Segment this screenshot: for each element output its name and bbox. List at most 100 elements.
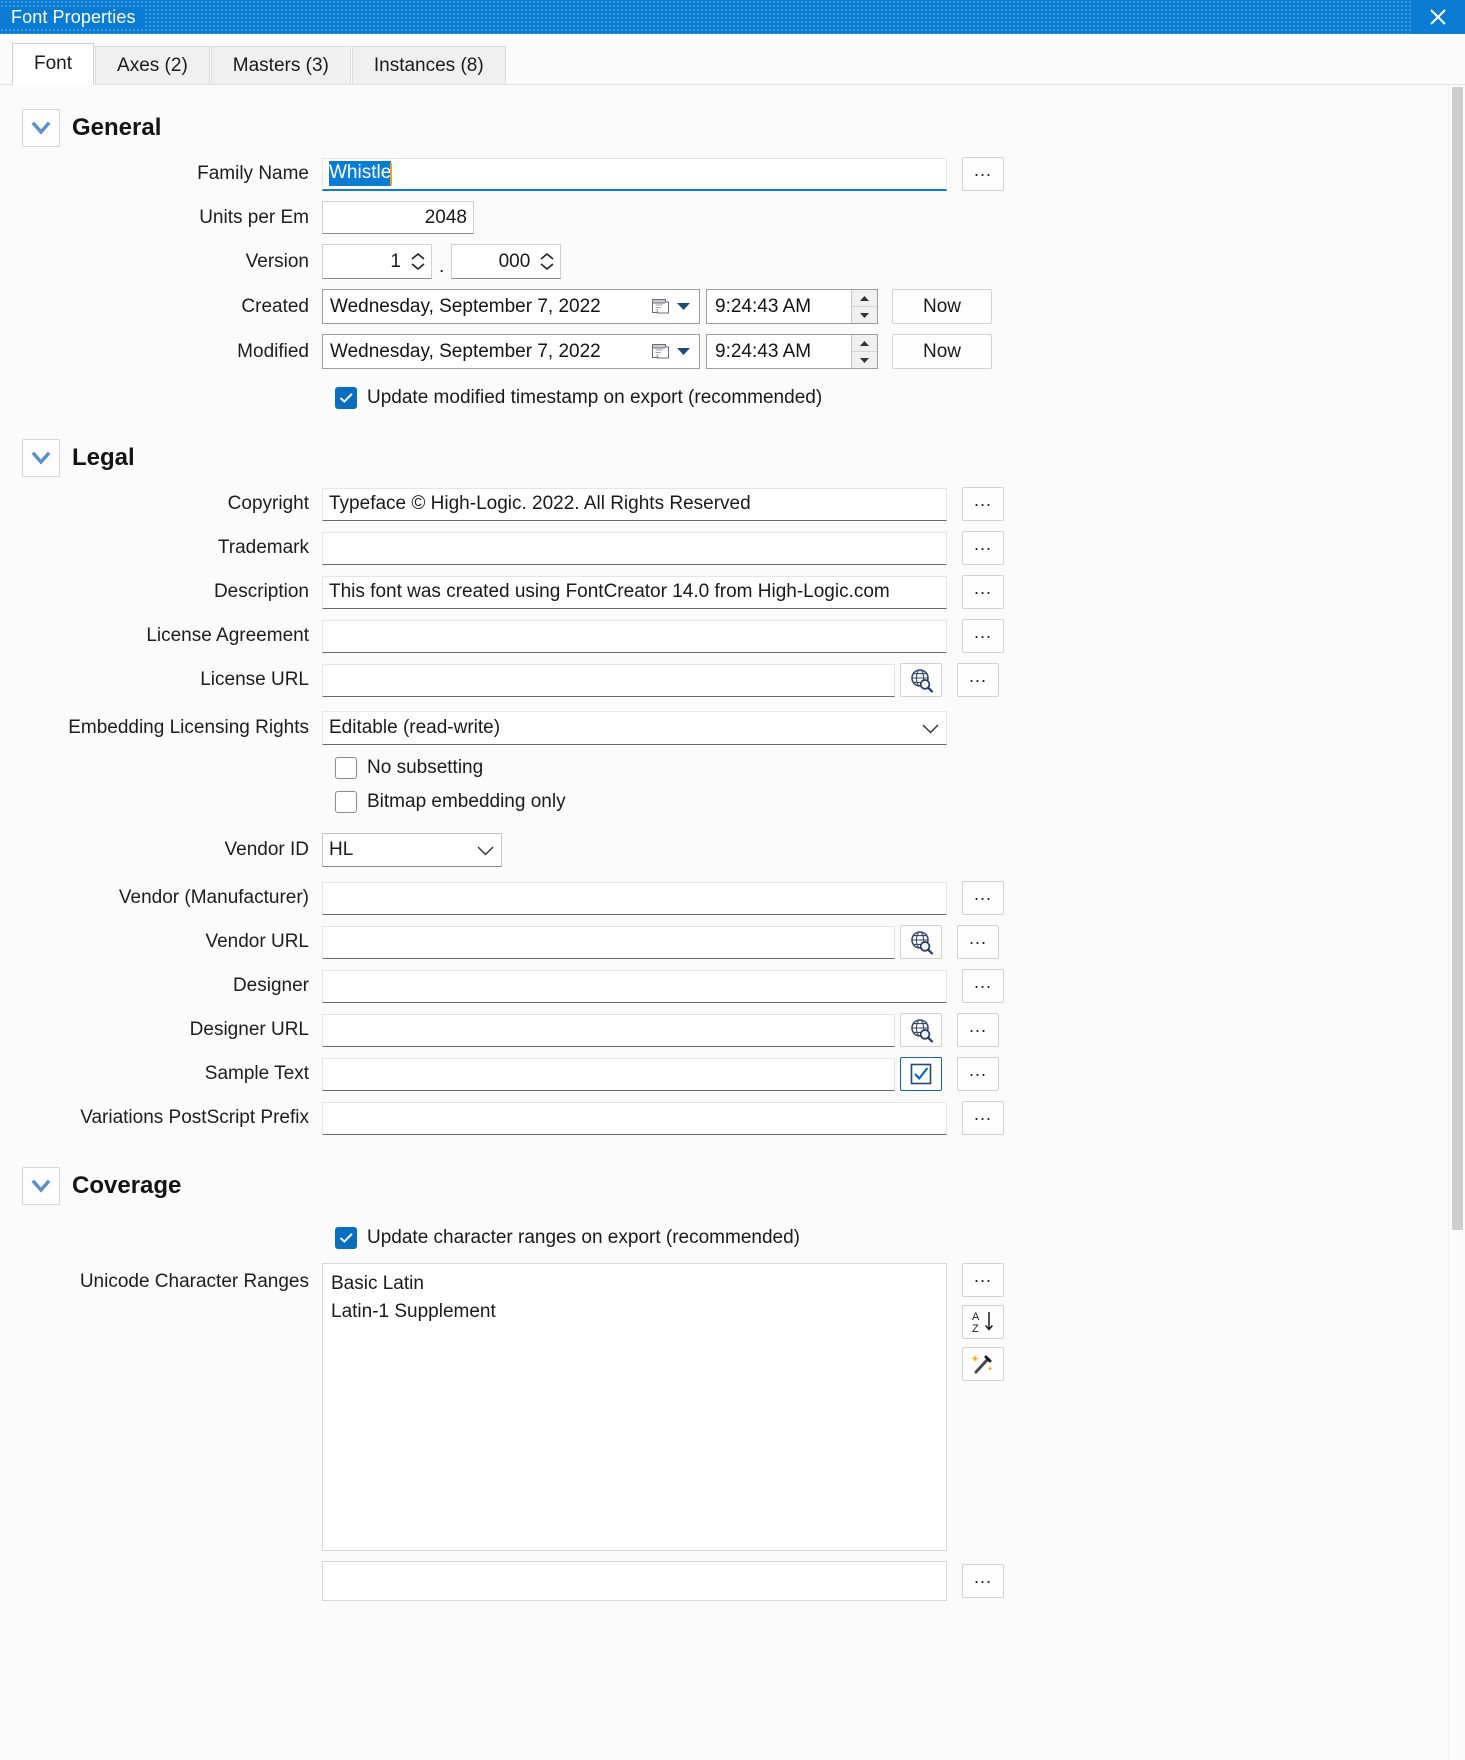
description-input[interactable]: This font was created using FontCreator … [322, 575, 947, 609]
unicode-ranges-listbox[interactable]: Basic Latin Latin-1 Supplement [322, 1263, 947, 1551]
vendor-url-input[interactable] [322, 925, 895, 959]
close-button[interactable] [1411, 0, 1465, 34]
update-timestamp-checkbox[interactable] [335, 387, 357, 409]
list-item[interactable]: Basic Latin [331, 1270, 938, 1298]
designer-browse-button[interactable]: ... [962, 969, 1004, 1003]
list-item[interactable]: Latin-1 Supplement [331, 1298, 938, 1326]
embedding-rights-label: Embedding Licensing Rights [68, 717, 309, 738]
sample-text-browse-button[interactable]: ... [957, 1057, 999, 1091]
variations-ps-prefix-input[interactable] [322, 1101, 947, 1135]
designer-url-label: Designer URL [189, 1019, 309, 1040]
vendor-manufacturer-input[interactable] [322, 881, 947, 915]
sample-text-preview-button[interactable] [900, 1057, 942, 1091]
description-label: Description [213, 581, 309, 602]
unicode-ranges-autofill-button[interactable] [962, 1347, 1004, 1381]
modified-time-spinner[interactable] [851, 335, 877, 368]
no-subsetting-checkbox[interactable] [335, 757, 357, 779]
version-major-spinner[interactable]: 1 [322, 244, 432, 279]
family-name-browse-button[interactable]: ... [962, 157, 1004, 191]
license-agreement-input[interactable] [322, 619, 947, 653]
units-per-em-input[interactable]: 2048 [322, 201, 474, 234]
trademark-input[interactable] [322, 531, 947, 565]
license-url-input[interactable] [322, 663, 895, 697]
modified-label: Modified [237, 340, 309, 362]
vendor-url-browse-button[interactable]: ... [957, 925, 999, 959]
modified-time-value: 9:24:43 AM [715, 340, 812, 362]
row-family-name: Family Name Whistle ... [0, 157, 1465, 191]
section-legal-header: Legal [22, 439, 1465, 477]
version-minor-spinner[interactable]: 000 [451, 244, 562, 279]
vendor-url-label: Vendor URL [205, 931, 309, 952]
vendor-manufacturer-browse-button[interactable]: ... [962, 881, 1004, 915]
collapse-coverage-button[interactable] [22, 1167, 60, 1205]
tab-masters[interactable]: Masters (3) [210, 46, 351, 84]
created-now-button[interactable]: Now [892, 289, 992, 324]
section-coverage-title: Coverage [72, 1172, 182, 1199]
spin-down-button[interactable] [852, 307, 877, 323]
created-time-spinner[interactable] [851, 290, 877, 323]
chevron-down-icon [31, 121, 51, 135]
scrollbar-thumb[interactable] [1452, 87, 1463, 1230]
tab-font[interactable]: Font [12, 43, 95, 85]
chevron-down-icon[interactable] [675, 296, 692, 318]
tab-axes[interactable]: Axes (2) [95, 46, 210, 84]
version-major-arrows[interactable] [405, 245, 431, 278]
chevron-down-icon[interactable] [675, 341, 692, 363]
license-agreement-browse-button[interactable]: ... [962, 619, 1004, 653]
spin-up-button[interactable] [852, 335, 877, 352]
text-caret [390, 162, 393, 185]
version-minor-arrows[interactable] [534, 245, 560, 278]
embedding-rights-select[interactable]: Editable (read-write) [322, 711, 947, 745]
variations-ps-prefix-browse-button[interactable]: ... [962, 1101, 1004, 1135]
description-browse-button[interactable]: ... [962, 575, 1004, 609]
created-time-picker[interactable]: 9:24:43 AM [706, 289, 878, 324]
close-icon [1430, 9, 1446, 25]
modified-date-picker[interactable]: Wednesday, September 7, 2022 [322, 334, 700, 369]
vendor-id-label: Vendor ID [224, 839, 310, 860]
modified-time-picker[interactable]: 9:24:43 AM [706, 334, 878, 369]
section-general-title: General [72, 114, 162, 141]
chevron-down-icon [31, 451, 51, 465]
unicode-ranges-toolbar: ... A Z [962, 1263, 1004, 1381]
row-bitmap-embedding: Bitmap embedding only [335, 791, 1465, 813]
designer-input[interactable] [322, 969, 947, 1003]
collapse-legal-button[interactable] [22, 439, 60, 477]
license-url-browse-button[interactable]: ... [957, 663, 999, 697]
designer-url-open-button[interactable] [900, 1013, 942, 1047]
section-coverage-header: Coverage [22, 1167, 1465, 1205]
copyright-input[interactable]: Typeface © High-Logic. 2022. All Rights … [322, 487, 947, 521]
trademark-label: Trademark [217, 537, 309, 558]
vertical-scrollbar[interactable] [1448, 85, 1465, 1760]
modified-now-button[interactable]: Now [892, 334, 992, 369]
designer-url-input[interactable] [322, 1013, 895, 1047]
update-ranges-checkbox[interactable] [335, 1227, 357, 1249]
spin-up-button[interactable] [852, 290, 877, 307]
calendar-icon [651, 342, 670, 361]
created-date-picker[interactable]: Wednesday, September 7, 2022 [322, 289, 700, 324]
check-icon [339, 1233, 353, 1243]
trademark-browse-button[interactable]: ... [962, 531, 1004, 565]
vendor-manufacturer-label: Vendor (Manufacturer) [118, 887, 309, 908]
license-url-open-button[interactable] [900, 663, 942, 697]
designer-url-browse-button[interactable]: ... [957, 1013, 999, 1047]
unicode-ranges-secondary-listbox[interactable] [322, 1561, 947, 1601]
row-unicode-ranges-secondary: ... [0, 1561, 1465, 1601]
spin-down-button[interactable] [852, 352, 877, 368]
unicode-ranges-secondary-browse-button[interactable]: ... [962, 1564, 1004, 1598]
tab-masters-label: Masters (3) [232, 54, 329, 76]
unicode-ranges-sort-button[interactable]: A Z [962, 1305, 1004, 1339]
unicode-ranges-browse-button[interactable]: ... [962, 1263, 1004, 1297]
vendor-id-select[interactable]: HL [322, 833, 502, 867]
update-ranges-label: Update character ranges on export (recom… [367, 1227, 801, 1248]
tab-instances[interactable]: Instances (8) [351, 46, 506, 84]
window-title: Font Properties [0, 6, 144, 28]
svg-text:Z: Z [972, 1323, 979, 1335]
bitmap-embedding-checkbox[interactable] [335, 791, 357, 813]
copyright-browse-button[interactable]: ... [962, 487, 1004, 521]
row-units-per-em: Units per Em 2048 [0, 201, 1465, 234]
collapse-general-button[interactable] [22, 109, 60, 147]
sample-text-input[interactable] [322, 1057, 895, 1091]
family-name-input[interactable]: Whistle [322, 157, 947, 191]
row-no-subsetting: No subsetting [335, 757, 1465, 779]
vendor-url-open-button[interactable] [900, 925, 942, 959]
